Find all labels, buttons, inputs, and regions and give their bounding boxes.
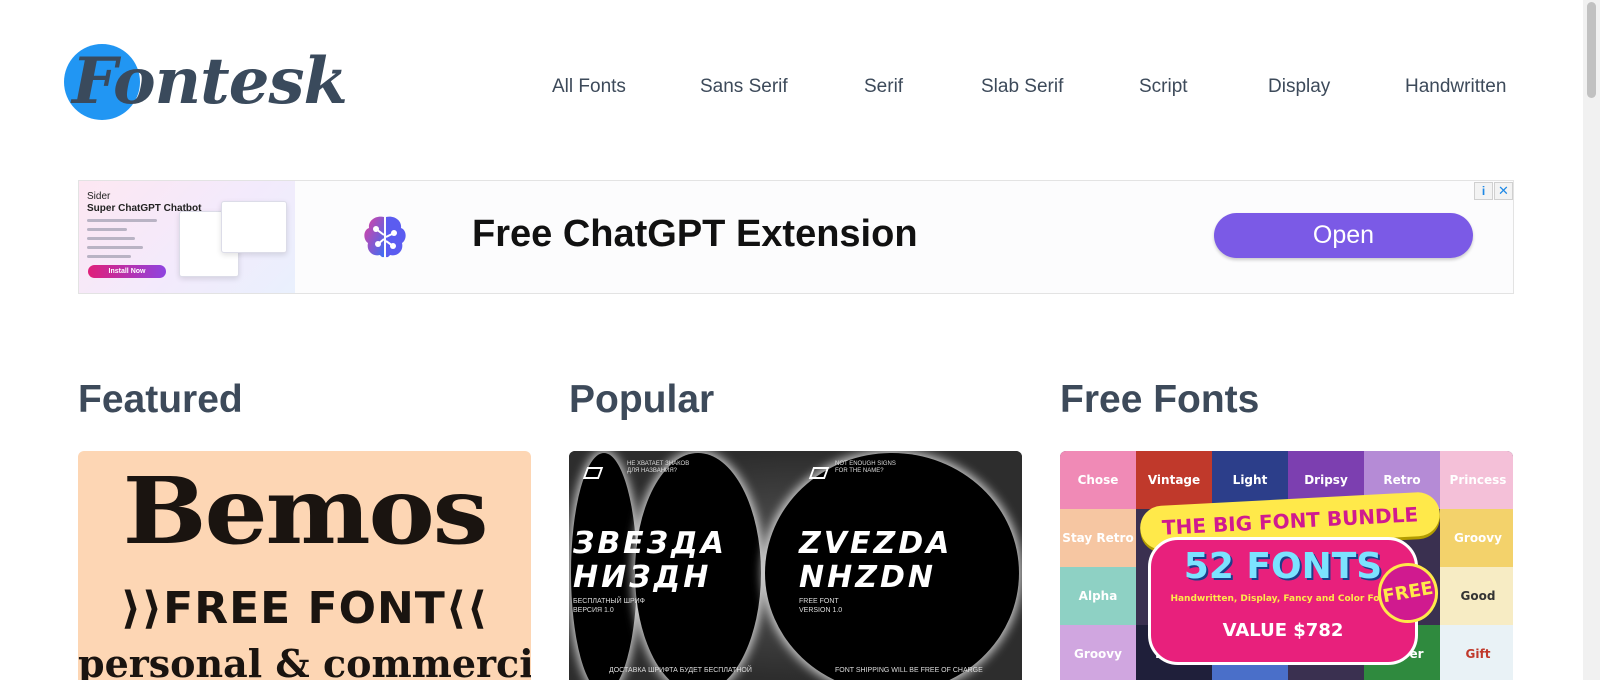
site-header: Fontesk All Fonts Sans Serif Serif Slab … bbox=[0, 0, 1583, 160]
bundle-tile: Alpha bbox=[1060, 567, 1136, 625]
ad-install-button[interactable]: Install Now bbox=[88, 265, 166, 278]
featured-license-label: personal & commercial bbox=[78, 641, 531, 680]
bundle-count: 52 FONTS bbox=[1183, 546, 1383, 587]
bundle-tile: Princess bbox=[1440, 451, 1513, 509]
featured-font-name: Bemos bbox=[122, 457, 489, 565]
nav-serif[interactable]: Serif bbox=[864, 76, 903, 98]
featured-free-font-label: ⟩⟩FREE FONT⟨⟨ bbox=[120, 583, 489, 634]
nav-sans-serif[interactable]: Sans Serif bbox=[700, 76, 788, 98]
main-nav: All Fonts Sans Serif Serif Slab Serif Sc… bbox=[0, 76, 1583, 100]
ad-thumb-line bbox=[87, 219, 157, 222]
close-icon[interactable]: ✕ bbox=[1494, 182, 1513, 200]
nav-all-fonts[interactable]: All Fonts bbox=[552, 76, 626, 98]
bundle-tile: Chose bbox=[1060, 451, 1136, 509]
ad-banner[interactable]: Sider Super ChatGPT Chatbot Install Now … bbox=[78, 180, 1514, 294]
nav-script[interactable]: Script bbox=[1139, 76, 1188, 98]
featured-font-card[interactable]: Bemos ⟩⟩FREE FONT⟨⟨ personal & commercia… bbox=[78, 451, 531, 680]
popular-left-caption: БЕСПЛАТНЫЙ ШРИФ ВЕРСИЯ 1.0 bbox=[573, 598, 646, 614]
info-icon[interactable]: i bbox=[1474, 182, 1493, 200]
section-title-featured: Featured bbox=[78, 378, 243, 421]
ad-thumb-line bbox=[87, 246, 143, 249]
ad-thumbnail: Sider Super ChatGPT Chatbot Install Now bbox=[79, 181, 295, 293]
popular-left-top-text: НЕ ХВАТАЕТ ЗНАКОВ ДЛЯ НАЗВАНИЯ? bbox=[627, 461, 690, 474]
popular-font-card[interactable]: НЕ ХВАТАЕТ ЗНАКОВ ДЛЯ НАЗВАНИЯ? NOT ENOU… bbox=[569, 451, 1022, 680]
bundle-tile: Stay Retro bbox=[1060, 509, 1136, 567]
page-scrollbar[interactable] bbox=[1583, 0, 1600, 680]
popular-right-footer: FONT SHIPPING WILL BE FREE OF CHARGE bbox=[835, 667, 983, 674]
ad-thumb-line bbox=[87, 255, 131, 258]
nav-slab-serif[interactable]: Slab Serif bbox=[981, 76, 1063, 98]
section-title-popular: Popular bbox=[569, 378, 715, 421]
popular-latin-name: ZVEZDA NHZDN bbox=[799, 526, 953, 595]
ad-screenshot bbox=[221, 201, 287, 253]
brain-icon bbox=[364, 216, 406, 258]
ad-headline[interactable]: Free ChatGPT Extension bbox=[472, 213, 918, 256]
bundle-value: VALUE $782 bbox=[1222, 620, 1344, 641]
bundle-panel: 52 FONTS Handwritten, Display, Fancy and… bbox=[1148, 537, 1418, 665]
section-title-free-fonts: Free Fonts bbox=[1060, 378, 1260, 421]
ad-thumb-title: Sider bbox=[87, 191, 111, 202]
bundle-tile: Gift bbox=[1440, 625, 1513, 680]
popular-right-top-text: NOT ENOUGH SIGNS FOR THE NAME? bbox=[835, 461, 896, 474]
bundle-tile: Good bbox=[1440, 567, 1513, 625]
ad-thumb-line bbox=[87, 228, 127, 231]
scrollbar-thumb[interactable] bbox=[1587, 2, 1596, 98]
popular-left-footer: ДОСТАВКА ШРИФТА БУДЕТ БЕСПЛАТНОЙ bbox=[609, 667, 752, 674]
bundle-tile: Groovy Cute bbox=[1060, 625, 1136, 680]
bundle-tile: Groovy bbox=[1440, 509, 1513, 567]
nav-handwritten[interactable]: Handwritten bbox=[1405, 76, 1506, 98]
bundle-tile: Vintage bbox=[1136, 451, 1212, 509]
nav-display[interactable]: Display bbox=[1268, 76, 1330, 98]
ad-thumb-line bbox=[87, 237, 135, 240]
popular-cyrillic-name: ЗВЕЗДА НИЗДН bbox=[573, 526, 727, 595]
free-fonts-card[interactable]: Chose Vintage Light Dripsy Retro Princes… bbox=[1060, 451, 1513, 680]
bundle-subtitle: Handwritten, Display, Fancy and Color Fo… bbox=[1170, 594, 1396, 604]
ad-open-button[interactable]: Open bbox=[1214, 213, 1473, 258]
popular-right-caption: FREE FONT VERSION 1.0 bbox=[799, 598, 843, 614]
